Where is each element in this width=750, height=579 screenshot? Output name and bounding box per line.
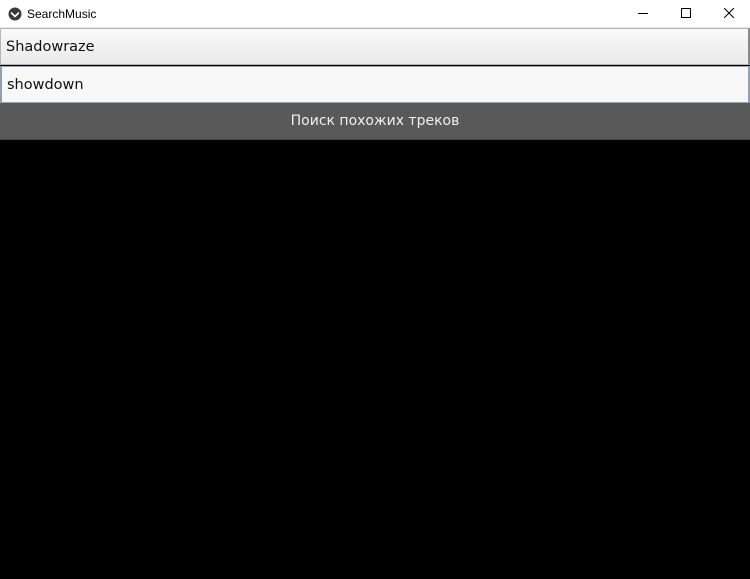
search-button-label: Поиск похожих треков [290,113,460,129]
app-icon [8,7,22,21]
app-window: SearchMusic Shadowraze showdown Поиск по… [0,0,750,579]
minimize-button[interactable] [621,0,664,28]
maximize-button[interactable] [664,0,707,28]
title-bar[interactable]: SearchMusic [0,0,750,28]
artist-input-value: Shadowraze [6,38,95,55]
close-button[interactable] [707,0,750,28]
close-icon [723,5,734,23]
main-content: Shadowraze showdown Поиск похожих треков [0,28,750,140]
track-input-value: showdown [7,76,84,93]
window-controls [621,0,750,28]
search-similar-tracks-button[interactable]: Поиск похожих треков [0,103,750,140]
maximize-icon [680,5,691,23]
minimize-icon [637,5,648,23]
artist-input[interactable]: Shadowraze [0,28,750,65]
window-title: SearchMusic [27,6,97,21]
track-input[interactable]: showdown [0,66,750,103]
